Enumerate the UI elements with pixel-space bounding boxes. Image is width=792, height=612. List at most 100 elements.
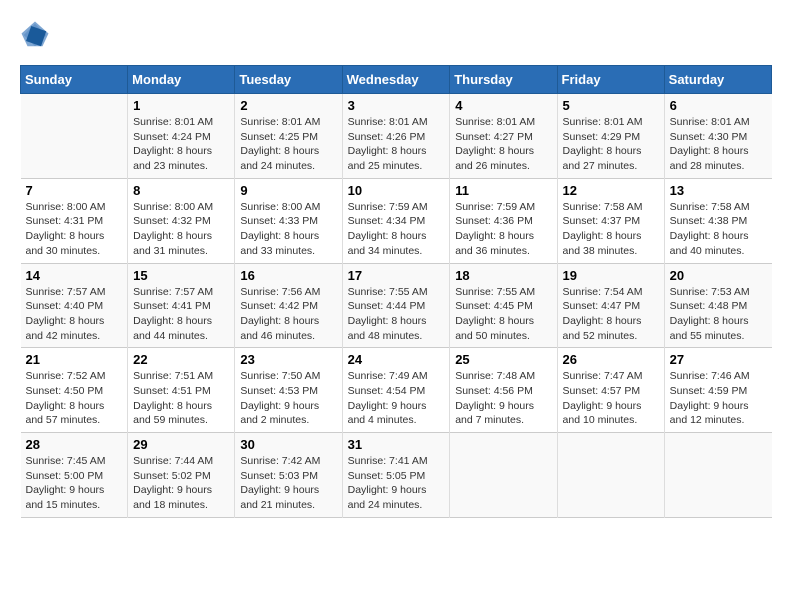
calendar-cell: 4 Sunrise: 8:01 AMSunset: 4:27 PMDaylight… <box>450 94 557 179</box>
calendar-cell: 22 Sunrise: 7:51 AMSunset: 4:51 PMDayligh… <box>128 348 235 433</box>
day-number: 18 <box>455 268 551 283</box>
calendar-cell: 20 Sunrise: 7:53 AMSunset: 4:48 PMDayligh… <box>664 263 771 348</box>
week-row-4: 21 Sunrise: 7:52 AMSunset: 4:50 PMDayligh… <box>21 348 772 433</box>
cell-info: Sunrise: 7:57 AMSunset: 4:40 PMDaylight:… <box>26 286 106 342</box>
cell-info: Sunrise: 7:47 AMSunset: 4:57 PMDaylight:… <box>563 370 643 426</box>
calendar-cell <box>450 433 557 518</box>
day-number: 12 <box>563 183 659 198</box>
day-number: 20 <box>670 268 767 283</box>
day-number: 31 <box>348 437 445 452</box>
calendar-cell: 19 Sunrise: 7:54 AMSunset: 4:47 PMDayligh… <box>557 263 664 348</box>
cell-info: Sunrise: 7:42 AMSunset: 5:03 PMDaylight:… <box>240 455 320 511</box>
calendar-cell <box>21 94 128 179</box>
day-number: 29 <box>133 437 229 452</box>
cell-info: Sunrise: 7:55 AMSunset: 4:44 PMDaylight:… <box>348 286 428 342</box>
day-number: 15 <box>133 268 229 283</box>
cell-info: Sunrise: 7:58 AMSunset: 4:37 PMDaylight:… <box>563 201 643 257</box>
day-number: 23 <box>240 352 336 367</box>
calendar-cell: 17 Sunrise: 7:55 AMSunset: 4:44 PMDayligh… <box>342 263 450 348</box>
logo <box>20 20 55 50</box>
day-number: 10 <box>348 183 445 198</box>
day-number: 25 <box>455 352 551 367</box>
calendar-cell: 12 Sunrise: 7:58 AMSunset: 4:37 PMDayligh… <box>557 178 664 263</box>
week-row-1: 1 Sunrise: 8:01 AMSunset: 4:24 PMDaylight… <box>21 94 772 179</box>
week-row-2: 7Sunrise: 8:00 AMSunset: 4:31 PMDaylight… <box>21 178 772 263</box>
cell-info: Sunrise: 7:51 AMSunset: 4:51 PMDaylight:… <box>133 370 213 426</box>
day-number: 22 <box>133 352 229 367</box>
day-header-thursday: Thursday <box>450 66 557 94</box>
day-number: 24 <box>348 352 445 367</box>
calendar-cell: 11 Sunrise: 7:59 AMSunset: 4:36 PMDayligh… <box>450 178 557 263</box>
calendar-cell: 18 Sunrise: 7:55 AMSunset: 4:45 PMDayligh… <box>450 263 557 348</box>
day-number: 2 <box>240 98 336 113</box>
cell-info: Sunrise: 8:00 AMSunset: 4:33 PMDaylight:… <box>240 201 320 257</box>
cell-info: Sunrise: 8:01 AMSunset: 4:25 PMDaylight:… <box>240 116 320 172</box>
calendar-cell: 15 Sunrise: 7:57 AMSunset: 4:41 PMDayligh… <box>128 263 235 348</box>
day-number: 11 <box>455 183 551 198</box>
day-number: 4 <box>455 98 551 113</box>
calendar-cell: 25Sunrise: 7:48 AMSunset: 4:56 PMDayligh… <box>450 348 557 433</box>
week-row-3: 14Sunrise: 7:57 AMSunset: 4:40 PMDayligh… <box>21 263 772 348</box>
day-number: 16 <box>240 268 336 283</box>
calendar-cell <box>664 433 771 518</box>
cell-info: Sunrise: 7:49 AMSunset: 4:54 PMDaylight:… <box>348 370 428 426</box>
calendar-cell: 14Sunrise: 7:57 AMSunset: 4:40 PMDayligh… <box>21 263 128 348</box>
day-number: 21 <box>26 352 123 367</box>
day-number: 28 <box>26 437 123 452</box>
day-number: 9 <box>240 183 336 198</box>
cell-info: Sunrise: 7:50 AMSunset: 4:53 PMDaylight:… <box>240 370 320 426</box>
day-number: 13 <box>670 183 767 198</box>
calendar-cell: 10 Sunrise: 7:59 AMSunset: 4:34 PMDayligh… <box>342 178 450 263</box>
cell-info: Sunrise: 8:01 AMSunset: 4:24 PMDaylight:… <box>133 116 213 172</box>
day-header-monday: Monday <box>128 66 235 94</box>
day-header-friday: Friday <box>557 66 664 94</box>
calendar-cell: 16 Sunrise: 7:56 AMSunset: 4:42 PMDayligh… <box>235 263 342 348</box>
calendar-cell: 31 Sunrise: 7:41 AMSunset: 5:05 PMDayligh… <box>342 433 450 518</box>
cell-info: Sunrise: 7:52 AMSunset: 4:50 PMDaylight:… <box>26 370 106 426</box>
cell-info: Sunrise: 8:01 AMSunset: 4:30 PMDaylight:… <box>670 116 750 172</box>
calendar-cell: 24 Sunrise: 7:49 AMSunset: 4:54 PMDayligh… <box>342 348 450 433</box>
calendar-cell: 26 Sunrise: 7:47 AMSunset: 4:57 PMDayligh… <box>557 348 664 433</box>
calendar-cell: 23 Sunrise: 7:50 AMSunset: 4:53 PMDayligh… <box>235 348 342 433</box>
cell-info: Sunrise: 7:56 AMSunset: 4:42 PMDaylight:… <box>240 286 320 342</box>
day-number: 3 <box>348 98 445 113</box>
cell-info: Sunrise: 7:58 AMSunset: 4:38 PMDaylight:… <box>670 201 750 257</box>
cell-info: Sunrise: 7:57 AMSunset: 4:41 PMDaylight:… <box>133 286 213 342</box>
cell-info: Sunrise: 7:59 AMSunset: 4:36 PMDaylight:… <box>455 201 535 257</box>
calendar-cell: 2 Sunrise: 8:01 AMSunset: 4:25 PMDaylight… <box>235 94 342 179</box>
week-row-5: 28Sunrise: 7:45 AMSunset: 5:00 PMDayligh… <box>21 433 772 518</box>
calendar-cell: 27 Sunrise: 7:46 AMSunset: 4:59 PMDayligh… <box>664 348 771 433</box>
cell-info: Sunrise: 7:55 AMSunset: 4:45 PMDaylight:… <box>455 286 535 342</box>
cell-info: Sunrise: 7:46 AMSunset: 4:59 PMDaylight:… <box>670 370 750 426</box>
day-number: 1 <box>133 98 229 113</box>
cell-info: Sunrise: 7:53 AMSunset: 4:48 PMDaylight:… <box>670 286 750 342</box>
logo-icon <box>20 20 50 50</box>
calendar-cell: 5 Sunrise: 8:01 AMSunset: 4:29 PMDaylight… <box>557 94 664 179</box>
calendar-cell: 3Sunrise: 8:01 AMSunset: 4:26 PMDaylight… <box>342 94 450 179</box>
day-number: 17 <box>348 268 445 283</box>
calendar-cell: 28Sunrise: 7:45 AMSunset: 5:00 PMDayligh… <box>21 433 128 518</box>
cell-info: Sunrise: 7:54 AMSunset: 4:47 PMDaylight:… <box>563 286 643 342</box>
day-header-sunday: Sunday <box>21 66 128 94</box>
calendar-cell: 21 Sunrise: 7:52 AMSunset: 4:50 PMDayligh… <box>21 348 128 433</box>
day-number: 6 <box>670 98 767 113</box>
calendar-cell: 30 Sunrise: 7:42 AMSunset: 5:03 PMDayligh… <box>235 433 342 518</box>
day-number: 5 <box>563 98 659 113</box>
day-number: 8 <box>133 183 229 198</box>
calendar-cell: 8 Sunrise: 8:00 AMSunset: 4:32 PMDaylight… <box>128 178 235 263</box>
page-header <box>20 20 772 50</box>
day-number: 30 <box>240 437 336 452</box>
day-header-wednesday: Wednesday <box>342 66 450 94</box>
day-number: 26 <box>563 352 659 367</box>
cell-info: Sunrise: 8:01 AMSunset: 4:27 PMDaylight:… <box>455 116 535 172</box>
day-number: 19 <box>563 268 659 283</box>
calendar-table: SundayMondayTuesdayWednesdayThursdayFrid… <box>20 65 772 518</box>
day-header-saturday: Saturday <box>664 66 771 94</box>
cell-info: Sunrise: 8:01 AMSunset: 4:29 PMDaylight:… <box>563 116 643 172</box>
calendar-cell: 29Sunrise: 7:44 AMSunset: 5:02 PMDayligh… <box>128 433 235 518</box>
day-number: 27 <box>670 352 767 367</box>
cell-info: Sunrise: 8:00 AMSunset: 4:32 PMDaylight:… <box>133 201 213 257</box>
cell-info: Sunrise: 7:59 AMSunset: 4:34 PMDaylight:… <box>348 201 428 257</box>
cell-info: Sunrise: 7:41 AMSunset: 5:05 PMDaylight:… <box>348 455 428 511</box>
calendar-cell: 9 Sunrise: 8:00 AMSunset: 4:33 PMDaylight… <box>235 178 342 263</box>
